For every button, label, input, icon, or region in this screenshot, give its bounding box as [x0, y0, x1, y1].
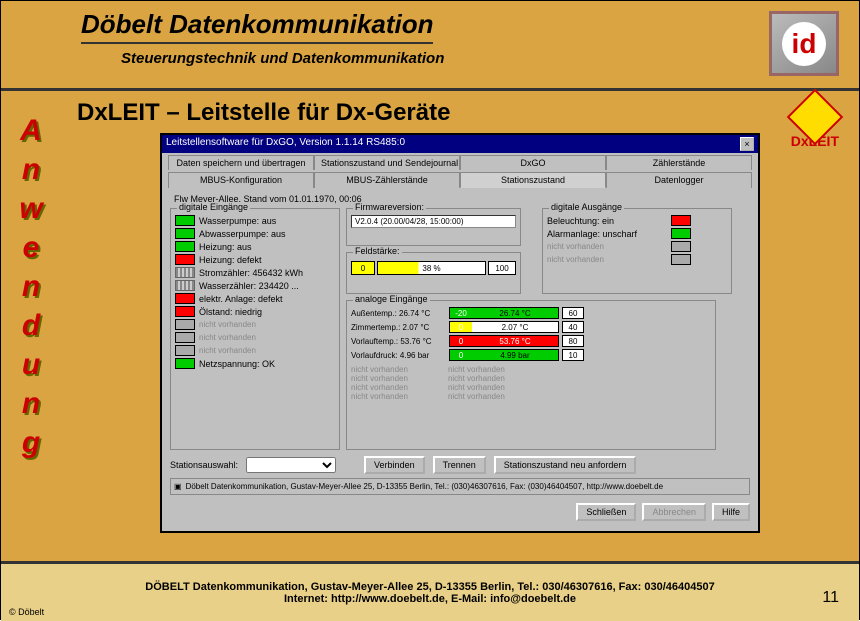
help-button[interactable]: Hilfe [712, 503, 750, 521]
digital-input-row: elektr. Anlage: defekt [175, 293, 335, 304]
fieldstrength-group: Feldstärke: 0 38 % 100 [346, 252, 521, 294]
digital-input-row: Heizung: aus [175, 241, 335, 252]
connect-button[interactable]: Verbinden [364, 456, 425, 474]
status-led [671, 254, 691, 265]
page-number: 11 [822, 589, 839, 607]
status-led [671, 241, 691, 252]
status-led [175, 241, 195, 252]
address-bar: ▣ Döbelt Datenkommunikation, Gustav-Meye… [170, 478, 750, 495]
company-title: Döbelt Datenkommunikation [81, 9, 433, 44]
company-subtitle: Steuerungstechnik und Datenkommunikation [121, 50, 839, 67]
status-led [175, 293, 195, 304]
firmware-group: Firmwareversion: V2.0.4 (20.00/04/28, 15… [346, 208, 521, 246]
status-led [175, 345, 195, 356]
status-led [175, 215, 195, 226]
counter-icon [175, 267, 195, 278]
tab-row-bottom: MBUS-KonfigurationMBUS-ZählerständeStati… [162, 170, 758, 188]
disconnect-button[interactable]: Trennen [433, 456, 486, 474]
digital-input-row: Stromzähler: 456432 kWh [175, 267, 335, 278]
digital-input-row: Netzspannung: OK [175, 358, 335, 369]
status-led [671, 228, 691, 239]
digital-input-row: Abwasserpumpe: aus [175, 228, 335, 239]
page-title: DxLEIT – Leitstelle für Dx-Geräte [77, 99, 843, 127]
counter-icon [175, 280, 195, 291]
firmware-value: V2.0.4 (20.00/04/28, 15:00:00) [351, 215, 516, 228]
digital-output-row: nicht vorhanden [547, 241, 727, 252]
station-select[interactable] [246, 457, 336, 473]
digital-output-row: nicht vorhanden [547, 254, 727, 265]
tab[interactable]: Stationszustand und Sendejournal [314, 155, 460, 170]
titlebar: Leitstellensoftware für DxGO, Version 1.… [162, 135, 758, 153]
status-led [175, 254, 195, 265]
abort-button[interactable]: Abbrechen [642, 503, 706, 521]
dxleit-logo: DxLEIT [791, 97, 839, 149]
analog-row: Außentemp.: 26.74 °C-2026.74 °C60 [351, 307, 711, 319]
info-icon: ▣ [174, 482, 182, 491]
digital-output-row: Alarmanlage: unscharf [547, 228, 727, 239]
digital-input-row: Wasserzähler: 234420 ... [175, 280, 335, 291]
tab[interactable]: Zählerstände [606, 155, 752, 170]
tab-row-top: Daten speichern und übertragenStationszu… [162, 153, 758, 170]
analog-row: Vorlaufdruck: 4.96 bar04.99 bar10 [351, 349, 711, 361]
tab[interactable]: Daten speichern und übertragen [168, 155, 314, 170]
tab[interactable]: Datenlogger [606, 172, 752, 188]
copyright: © Döbelt [9, 607, 44, 617]
tab[interactable]: MBUS-Zählerstände [314, 172, 460, 188]
status-led [671, 215, 691, 226]
refresh-button[interactable]: Stationszustand neu anfordern [494, 456, 637, 474]
app-window: Leitstellensoftware für DxGO, Version 1.… [160, 133, 760, 533]
status-led [175, 319, 195, 330]
status-line: Flw Meyer-Allee, Stand vom 01.01.1970, 0… [174, 194, 750, 204]
digital-inputs-group: digitale Eingänge Wasserpumpe: ausAbwass… [170, 208, 340, 450]
status-led [175, 332, 195, 343]
digital-input-row: Ölstand: niedrig [175, 306, 335, 317]
sidebar: Anwendung [1, 91, 61, 561]
digital-output-row: Beleuchtung: ein [547, 215, 727, 226]
tab[interactable]: DxGO [460, 155, 606, 170]
analog-row: Zimmertemp.: 2.07 °C02.07 °C40 [351, 321, 711, 333]
digital-input-row: Wasserpumpe: aus [175, 215, 335, 226]
footer-line2: Internet: http://www.doebelt.de, E-Mail:… [21, 593, 839, 605]
analog-row: Vorlauftemp.: 53.76 °C053.76 °C80 [351, 335, 711, 347]
close-icon[interactable]: × [740, 137, 754, 151]
slide-footer: © Döbelt DÖBELT Datenkommunikation, Gust… [1, 561, 859, 621]
company-logo: id [769, 11, 839, 76]
tab[interactable]: Stationszustand [460, 172, 606, 188]
analog-inputs-group: analoge Eingänge Außentemp.: 26.74 °C-20… [346, 300, 716, 450]
station-label: Stationsauswahl: [170, 460, 238, 470]
footer-line1: DÖBELT Datenkommunikation, Gustav-Meyer-… [21, 581, 839, 593]
digital-outputs-group: digitale Ausgänge Beleuchtung: einAlarma… [542, 208, 732, 294]
digital-input-row: Heizung: defekt [175, 254, 335, 265]
digital-input-row: nicht vorhanden [175, 345, 335, 356]
sidebar-label: Anwendung [1, 111, 61, 462]
digital-input-row: nicht vorhanden [175, 319, 335, 330]
digital-input-row: nicht vorhanden [175, 332, 335, 343]
slide-header: Döbelt Datenkommunikation Steuerungstech… [1, 1, 859, 91]
window-title: Leitstellensoftware für DxGO, Version 1.… [166, 137, 405, 151]
tab[interactable]: MBUS-Konfiguration [168, 172, 314, 188]
status-led [175, 228, 195, 239]
close-button[interactable]: Schließen [576, 503, 636, 521]
status-led [175, 306, 195, 317]
status-led [175, 358, 195, 369]
